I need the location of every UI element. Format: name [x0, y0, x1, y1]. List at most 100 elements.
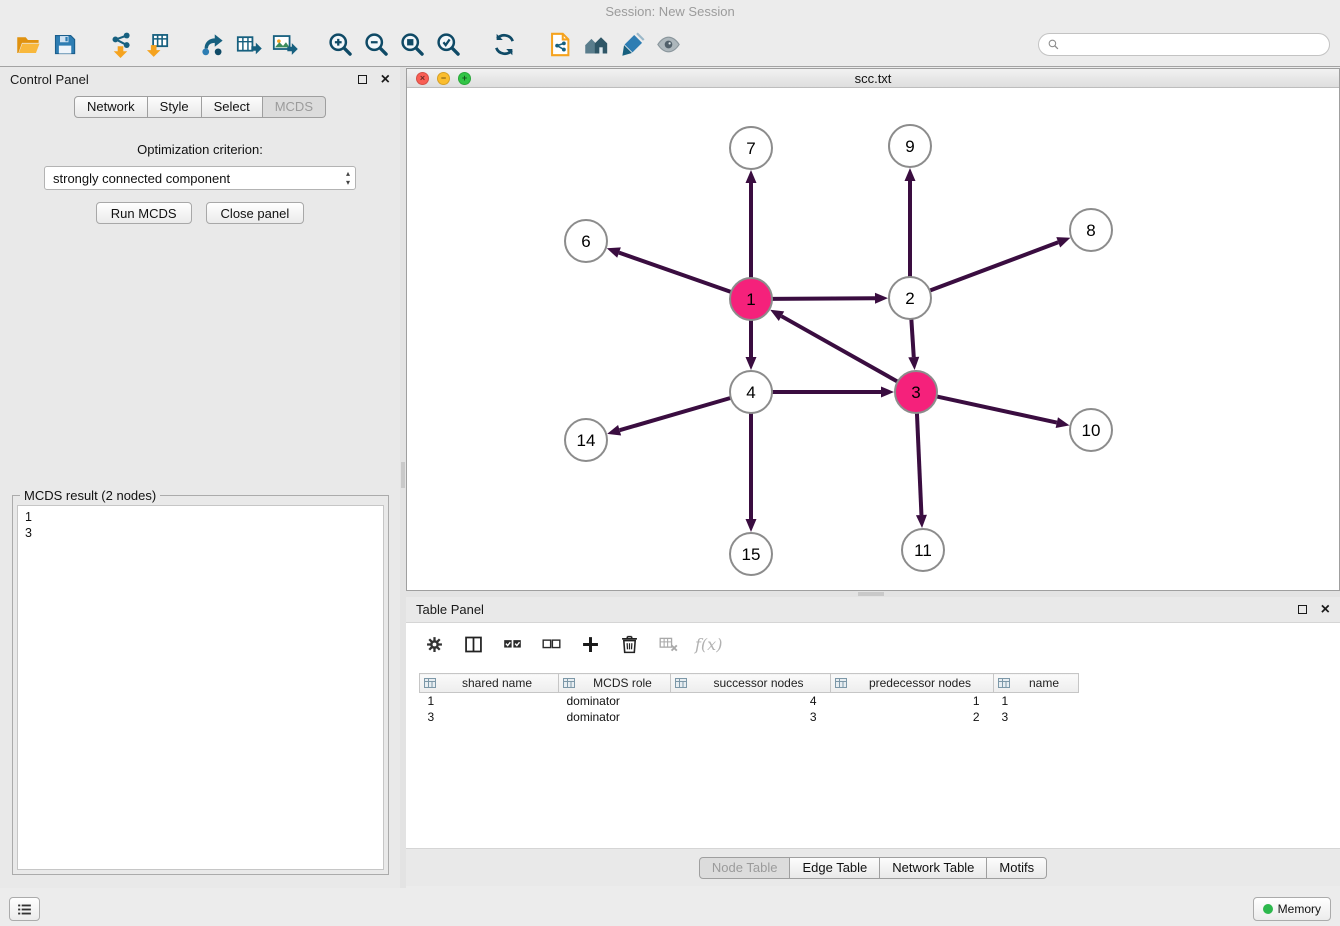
show-panels-button[interactable]: [9, 897, 40, 921]
edge-3-10[interactable]: [937, 396, 1070, 427]
toolbar-first-neighbors-button[interactable]: [578, 26, 614, 62]
mcds-result-list[interactable]: 13: [17, 505, 384, 870]
cell-shared-name[interactable]: 1: [420, 693, 559, 709]
node-1[interactable]: 1: [730, 278, 772, 320]
edge-2-8[interactable]: [930, 237, 1071, 290]
tab-style[interactable]: Style: [148, 96, 202, 118]
run-mcds-button[interactable]: Run MCDS: [96, 202, 192, 224]
mcds-result-item[interactable]: 1: [25, 509, 376, 525]
style-brush-icon: [619, 31, 646, 58]
toolbar-save-session-button[interactable]: [46, 26, 82, 62]
table-tab-network-table[interactable]: Network Table: [880, 857, 987, 879]
node-9[interactable]: 9: [889, 125, 931, 167]
toolbar-refresh-network-button[interactable]: [486, 26, 522, 62]
table-row[interactable]: 3dominator323: [420, 709, 1079, 725]
toolbar-export-image-button[interactable]: [266, 26, 302, 62]
cell-mcds-role[interactable]: dominator: [559, 709, 671, 725]
table-toolbar-delete-column-button[interactable]: [617, 632, 641, 656]
network-window-titlebar[interactable]: ×−+ scc.txt: [407, 69, 1339, 88]
search-input[interactable]: [1065, 38, 1321, 52]
close-panel-button[interactable]: Close panel: [206, 202, 305, 224]
table-toolbar-delete-table-button[interactable]: [656, 632, 680, 656]
column-header-name[interactable]: name: [994, 674, 1079, 693]
toolbar-show-hide-details-button[interactable]: [650, 26, 686, 62]
edge-2-3[interactable]: [908, 319, 919, 370]
optimization-criterion-select[interactable]: strongly connected component ▴ ▾: [44, 166, 356, 190]
toolbar-zoom-in-button[interactable]: [322, 26, 358, 62]
node-6[interactable]: 6: [565, 220, 607, 262]
search-box[interactable]: [1038, 33, 1330, 56]
close-panel-icon[interactable]: ×: [381, 75, 390, 85]
table-toolbar-function-builder-button[interactable]: f(x): [695, 632, 722, 656]
edge-3-11[interactable]: [916, 413, 927, 528]
node-14[interactable]: 14: [565, 419, 607, 461]
cell-name[interactable]: 3: [994, 709, 1079, 725]
cell-predecessor-nodes[interactable]: 1: [831, 693, 994, 709]
cell-name[interactable]: 1: [994, 693, 1079, 709]
table-toolbar-add-column-button[interactable]: [578, 632, 602, 656]
column-label: shared name: [462, 676, 532, 690]
toolbar-import-table-from-file-button[interactable]: [138, 26, 174, 62]
cell-successor-nodes[interactable]: 4: [671, 693, 831, 709]
toolbar-style-brush-button[interactable]: [614, 26, 650, 62]
tab-mcds[interactable]: MCDS: [263, 96, 326, 118]
toolbar-zoom-fit-button[interactable]: [394, 26, 430, 62]
node-11[interactable]: 11: [902, 529, 944, 571]
edge-layer: [607, 168, 1071, 532]
network-canvas[interactable]: 7 9 6 8 1 2 4 3 14 10 15 11: [407, 88, 1339, 590]
edge-2-9[interactable]: [905, 168, 916, 277]
column-header-successor-nodes[interactable]: successor nodes: [671, 674, 831, 693]
table-tab-edge-table[interactable]: Edge Table: [790, 857, 880, 879]
float-table-panel-icon[interactable]: [1298, 605, 1307, 614]
float-panel-icon[interactable]: [358, 75, 367, 84]
minimize-window-button[interactable]: −: [437, 72, 450, 85]
close-table-panel-icon[interactable]: ×: [1321, 605, 1330, 615]
edge-1-6[interactable]: [607, 247, 731, 292]
toolbar-import-network-from-database-button[interactable]: [542, 26, 578, 62]
node-2[interactable]: 2: [889, 277, 931, 319]
toolbar-open-session-button[interactable]: [10, 26, 46, 62]
node-10[interactable]: 10: [1070, 409, 1112, 451]
table-row[interactable]: 1dominator411: [420, 693, 1079, 709]
node-15[interactable]: 15: [730, 533, 772, 575]
toolbar-zoom-out-button[interactable]: [358, 26, 394, 62]
node-4[interactable]: 4: [730, 371, 772, 413]
column-header-mcds-role[interactable]: MCDS role: [559, 674, 671, 693]
cell-predecessor-nodes[interactable]: 2: [831, 709, 994, 725]
window-titlebar[interactable]: Session: New Session: [0, 0, 1340, 22]
table-tab-motifs[interactable]: Motifs: [987, 857, 1047, 879]
edge-4-14[interactable]: [607, 398, 731, 436]
zoom-window-button[interactable]: +: [458, 72, 471, 85]
cell-mcds-role[interactable]: dominator: [559, 693, 671, 709]
edge-3-1[interactable]: [770, 310, 898, 382]
table-toolbar-select-all-button[interactable]: [500, 632, 524, 656]
close-window-button[interactable]: ×: [416, 72, 429, 85]
column-header-predecessor-nodes[interactable]: predecessor nodes: [831, 674, 994, 693]
toolbar-import-network-from-file-button[interactable]: [102, 26, 138, 62]
cell-shared-name[interactable]: 3: [420, 709, 559, 725]
cell-successor-nodes[interactable]: 3: [671, 709, 831, 725]
column-header-shared-name[interactable]: shared name: [420, 674, 559, 693]
edge-1-2[interactable]: [772, 293, 888, 304]
node-7[interactable]: 7: [730, 127, 772, 169]
table-toolbar-settings-gear-button[interactable]: [422, 632, 446, 656]
edge-1-7[interactable]: [746, 170, 757, 278]
mcds-result-item[interactable]: 3: [25, 525, 376, 541]
node-3[interactable]: 3: [895, 371, 937, 413]
table-toolbar-deselect-all-button[interactable]: [539, 632, 563, 656]
memory-label: Memory: [1278, 902, 1321, 916]
table-toolbar-split-panel-button[interactable]: [461, 632, 485, 656]
edge-4-3[interactable]: [772, 387, 894, 398]
toolbar-zoom-selected-button[interactable]: [430, 26, 466, 62]
memory-button[interactable]: Memory: [1253, 897, 1331, 921]
tab-select[interactable]: Select: [202, 96, 263, 118]
edge-4-15[interactable]: [746, 413, 757, 532]
edge-1-4[interactable]: [746, 320, 757, 370]
toolbar-export-table-button[interactable]: [230, 26, 266, 62]
delete-table-icon: [658, 634, 679, 655]
toolbar-network-arrows-button[interactable]: [194, 26, 230, 62]
svg-text:4: 4: [746, 383, 755, 402]
tab-network[interactable]: Network: [74, 96, 148, 118]
node-8[interactable]: 8: [1070, 209, 1112, 251]
table-tab-node-table[interactable]: Node Table: [699, 857, 791, 879]
